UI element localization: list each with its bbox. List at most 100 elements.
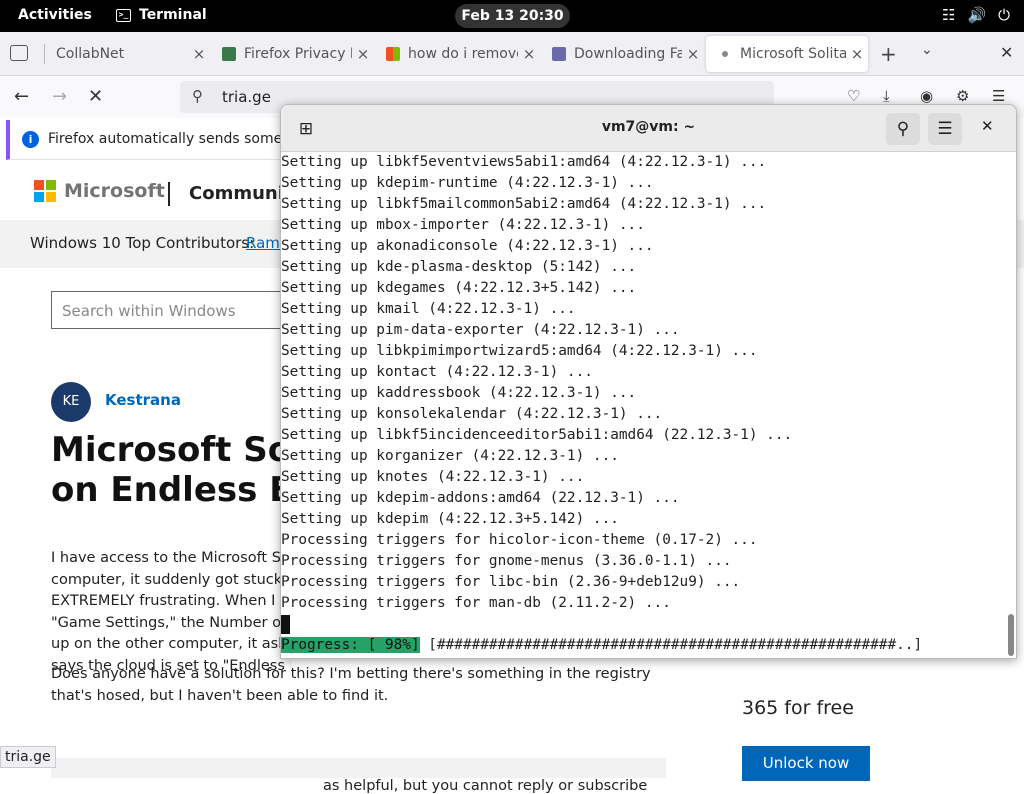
microsoft-logo-icon <box>34 180 56 202</box>
terminal-line: Processing triggers for gnome-menus (3.3… <box>281 553 732 569</box>
downloads-icon[interactable]: ⤓ <box>883 87 890 105</box>
system-tray[interactable]: ☷ 🔊 ⏻ <box>942 6 1010 24</box>
terminal-line: Setting up kaddressbook (4:22.12.3-1) ..… <box>281 385 637 401</box>
window-close-icon[interactable]: ✕ <box>1000 43 1013 62</box>
question-body: I have access to the Microsoft Solit com… <box>51 548 291 677</box>
forward-icon[interactable]: → <box>52 86 67 107</box>
title-line: Microsoft Solit <box>51 430 291 470</box>
terminal-line: Processing triggers for libc-bin (2.36-9… <box>281 574 741 590</box>
terminal-line: Setting up kdegames (4:22.12.3+5.142) ..… <box>281 280 637 296</box>
tab-close-icon[interactable]: × <box>518 45 540 63</box>
close-icon[interactable]: ✕ <box>981 117 994 135</box>
terminal-line: Setting up pim-data-exporter (4:22.12.3-… <box>281 322 680 338</box>
terminal-line: Setting up korganizer (4:22.12.3-1) ... <box>281 448 619 464</box>
power-icon: ⏻ <box>998 6 1010 24</box>
gnome-top-bar: Activities >_ Terminal Feb 13 20:30 ☷ 🔊 … <box>0 0 1024 32</box>
menu-icon[interactable]: ☰ <box>992 87 1005 105</box>
stop-icon[interactable]: ✕ <box>88 86 103 107</box>
terminal-output[interactable]: Setting up libkf5eventviews5abi1:amd64 (… <box>281 152 1003 658</box>
helpful-text: as helpful, but you cannot reply or subs… <box>323 778 648 794</box>
microsoft-favicon-icon <box>386 47 400 61</box>
tab-close-icon[interactable]: × <box>352 45 374 63</box>
scrollbar-thumb[interactable] <box>1008 614 1014 656</box>
tab-label: Downloading Fa <box>574 46 682 62</box>
author-link[interactable]: Kestrana <box>105 391 181 409</box>
tab-microsoft-solitaire[interactable]: Microsoft Solita × <box>706 36 868 72</box>
scrollbar[interactable] <box>1006 152 1016 658</box>
tab-close-icon[interactable]: × <box>682 45 704 63</box>
unlock-now-button[interactable]: Unlock now <box>742 746 870 781</box>
body-line: "Game Settings," the Number of Bo <box>51 614 291 631</box>
new-tab-icon[interactable]: + <box>880 42 897 66</box>
terminal-line: Setting up kdepim-runtime (4:22.12.3-1) … <box>281 175 654 191</box>
avatar[interactable]: KE <box>51 382 91 422</box>
status-bar: tria.ge <box>0 746 56 768</box>
tab-close-icon[interactable]: × <box>188 45 210 63</box>
tab-label: CollabNet <box>56 46 125 62</box>
terminal-line: Setting up libkf5eventviews5abi1:amd64 (… <box>281 154 767 170</box>
hamburger-menu-icon[interactable]: ☰ <box>928 113 962 145</box>
url-text: tria.ge <box>222 88 271 106</box>
progress-bar-text: [#######################################… <box>419 637 923 653</box>
terminal-line: Setting up akonadiconsole (4:22.12.3-1) … <box>281 238 654 254</box>
brand-name: Microsoft <box>64 180 165 202</box>
terminal-line: Setting up libkf5mailcommon5abi2:amd64 (… <box>281 196 767 212</box>
page-favicon-icon <box>552 47 566 61</box>
activities-button[interactable]: Activities <box>18 7 92 23</box>
contributors-label: Windows 10 Top Contributors: <box>30 234 255 252</box>
search-icon[interactable]: ⚲ <box>886 113 920 145</box>
page-title: Microsoft Solit on Endless Boa <box>51 430 291 510</box>
terminal-line: Processing triggers for man-db (2.11.2-2… <box>281 595 671 611</box>
app-name: Terminal <box>139 7 207 23</box>
terminal-header: ⊞ vm7@vm: ~ ⚲ ☰ ✕ <box>281 105 1016 152</box>
network-icon: ☷ <box>941 6 956 24</box>
terminal-line: Setting up libkpimimportwizard5:amd64 (4… <box>281 343 758 359</box>
tab-collabnet[interactable]: CollabNet × <box>44 36 210 72</box>
progress-label: Progress: [ 98%] <box>281 637 420 653</box>
divider <box>168 182 170 206</box>
clock[interactable]: Feb 13 20:30 <box>455 4 570 28</box>
terminal-line: Setting up mbox-importer (4:22.12.3-1) .… <box>281 217 645 233</box>
extensions-icon[interactable]: ⚙ <box>956 87 969 105</box>
body-line: up on the other computer, it asks w <box>51 636 291 652</box>
title-line: on Endless Boa <box>51 470 291 510</box>
terminal-line: Setting up libkf5incidenceeditor5abi1:am… <box>281 427 793 443</box>
tab-label: Firefox Privacy N <box>244 46 352 62</box>
app-menu[interactable]: >_ Terminal <box>116 7 207 23</box>
terminal-line: Setting up konsolekalendar (4:22.12.3-1)… <box>281 406 663 422</box>
tab-bar: CollabNet × Firefox Privacy N × how do i… <box>0 32 1024 76</box>
search-placeholder: Search within Windows <box>62 302 236 320</box>
search-icon: ⚲ <box>192 87 203 105</box>
terminal-line: Setting up kde-plasma-desktop (5:142) ..… <box>281 259 637 275</box>
notification-text: Firefox automatically sends some da <box>48 131 305 147</box>
tab-label: Microsoft Solita <box>740 46 846 62</box>
promo-text: 365 for free <box>742 697 854 719</box>
loading-dot-icon <box>722 51 728 57</box>
page-favicon-icon <box>222 47 236 61</box>
terminal-window[interactable]: ⊞ vm7@vm: ~ ⚲ ☰ ✕ Setting up libkf5event… <box>280 104 1017 659</box>
info-icon: i <box>22 131 39 148</box>
terminal-line: Setting up kmail (4:22.12.3-1) ... <box>281 301 576 317</box>
terminal-line: Setting up kontact (4:22.12.3-1) ... <box>281 364 593 380</box>
terminal-icon: >_ <box>116 8 131 22</box>
progress-line: Progress: [ 98%] [######################… <box>281 635 1003 656</box>
pocket-icon[interactable]: ♡ <box>847 87 860 105</box>
firefox-view-icon[interactable] <box>10 45 28 61</box>
tab-firefox-privacy[interactable]: Firefox Privacy N × <box>210 36 374 72</box>
tab-downloading[interactable]: Downloading Fa × <box>540 36 704 72</box>
terminal-line: Setting up kdepim-addons:amd64 (22.12.3-… <box>281 490 680 506</box>
back-icon[interactable]: ← <box>14 86 29 107</box>
terminal-line: Setting up kdepim (4:22.12.3+5.142) ... <box>281 511 619 527</box>
question-body-paragraph: Does anyone have a solution for this? I'… <box>51 666 651 704</box>
tab-close-icon[interactable]: × <box>846 45 868 63</box>
volume-icon: 🔊 <box>967 6 987 24</box>
body-line: EXTREMELY frustrating. When I go <box>51 593 291 609</box>
account-icon[interactable]: ◉ <box>920 87 933 105</box>
body-line: I have access to the Microsoft Solit <box>51 550 291 566</box>
terminal-line: Processing triggers for hicolor-icon-the… <box>281 532 758 548</box>
prompt-line <box>281 614 1003 635</box>
microsoft-logo[interactable]: Microsoft <box>34 180 165 202</box>
text-cursor <box>281 615 290 634</box>
list-all-tabs-icon[interactable]: ⌄ <box>921 42 933 58</box>
tab-how-do-i-remove[interactable]: how do i remove × <box>374 36 540 72</box>
